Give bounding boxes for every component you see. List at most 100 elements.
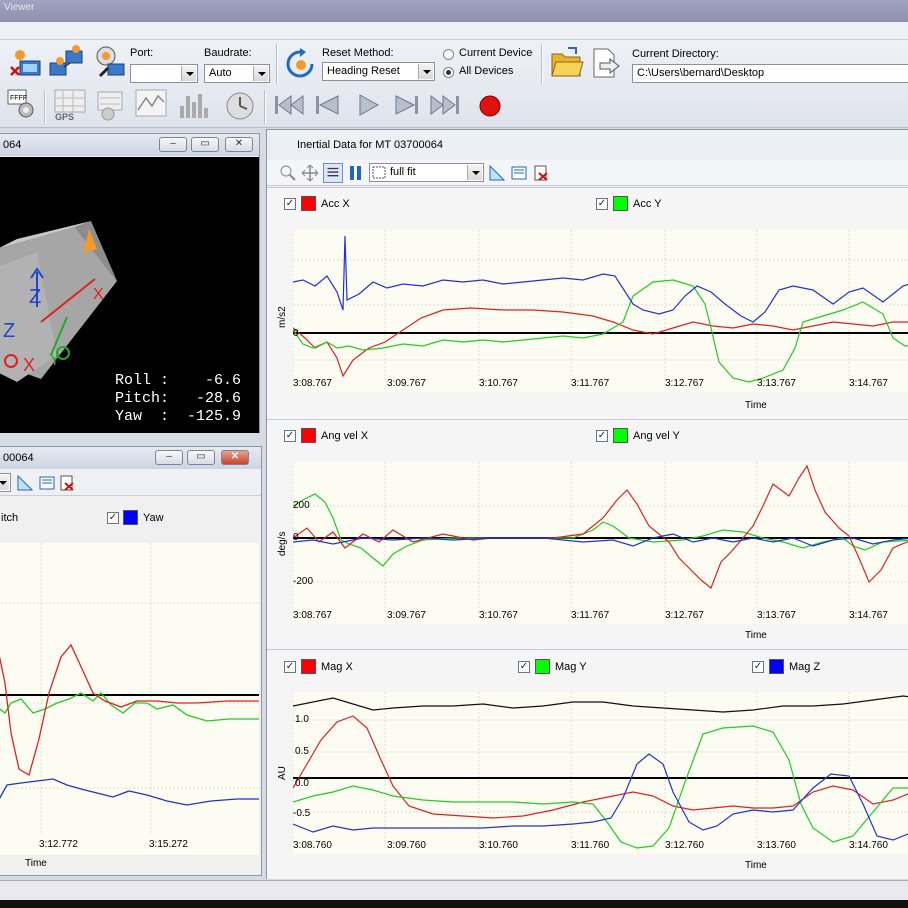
open-folder-icon[interactable]	[550, 46, 584, 80]
close-button[interactable]: ✕	[225, 137, 253, 152]
orientation-view-icon[interactable]	[94, 88, 128, 122]
legend-label-ang-vel-y: Ang vel Y	[633, 430, 680, 442]
y-tick-label: 0	[293, 532, 299, 543]
clock-view-icon[interactable]	[222, 88, 256, 122]
minimize-button[interactable]: –	[155, 450, 183, 465]
x-tick-label: 3:13.760	[757, 840, 796, 851]
zoom-icon[interactable]	[279, 164, 297, 182]
orientation-plot-area[interactable]: 3:12.772 3:15.272	[0, 543, 259, 855]
x-tick-label: 3:12.760	[665, 840, 704, 851]
maximize-button[interactable]: ▭	[187, 450, 215, 465]
checkbox-ang-vel-y[interactable]: ✓	[596, 430, 608, 442]
legend-swatch-acc-y	[613, 196, 628, 211]
baudrate-select[interactable]: Auto	[204, 64, 270, 83]
x-axis-title: Time	[745, 400, 767, 411]
y-axis-title: AU	[277, 766, 288, 780]
cube-3d-view[interactable]: Z Z X Y X Roll : -6.6 Pitch: -28.6 Yaw :…	[0, 157, 259, 433]
clear-plot-icon[interactable]	[533, 165, 549, 181]
acc-plot-area[interactable]: 0 3:08.767 3:09.767 3:10.767 3:11.767 3:…	[292, 230, 908, 392]
legend-label-mag-z: Mag Z	[789, 661, 821, 673]
legend-swatch-ang-vel-y	[613, 428, 628, 443]
inertial-plot-toolbar: full fit	[267, 160, 908, 186]
fit-width-icon[interactable]	[39, 475, 55, 491]
x-axis-title: Time	[745, 860, 767, 871]
status-bar	[0, 880, 908, 900]
toolbar-separator	[541, 44, 543, 84]
ruler-icon[interactable]	[489, 165, 505, 181]
filter-settings-icon[interactable]: FFFF	[6, 88, 36, 120]
orientation-plot-window: 00064 – ▭ ✕ itch ✓ Yaw 3:12.772 3:15.272…	[0, 446, 262, 876]
previous-frame-icon[interactable]	[312, 92, 342, 118]
orientation-cube-window: 064 – ▭ ✕ Z Z X Y X Roll : -6.6 Pitch: -…	[0, 133, 260, 433]
orientation-plot-graphic	[0, 543, 259, 833]
minimize-button[interactable]: –	[159, 137, 187, 152]
status-view-icon[interactable]	[178, 88, 212, 122]
radio-all-devices[interactable]	[443, 67, 454, 78]
reset-method-label: Reset Method:	[322, 47, 394, 59]
checkbox-acc-x[interactable]: ✓	[284, 198, 296, 210]
current-directory-field[interactable]: C:\Users\bernard\Desktop	[632, 64, 908, 83]
port-select[interactable]	[130, 64, 198, 83]
baudrate-label: Baudrate:	[204, 47, 252, 59]
checkbox-acc-y[interactable]: ✓	[596, 198, 608, 210]
legend-label-mag-y: Mag Y	[555, 661, 587, 673]
legend-label-pitch: itch	[1, 512, 19, 524]
svg-text:Y: Y	[49, 350, 60, 369]
chevron-down-icon	[0, 475, 9, 490]
zoom-select[interactable]	[0, 473, 11, 492]
legend-label-acc-y: Acc Y	[633, 198, 662, 210]
pan-icon[interactable]	[301, 164, 319, 182]
legend-swatch-ang-vel-x	[301, 428, 316, 443]
zoom-select[interactable]: full fit	[369, 163, 484, 182]
list-view-icon[interactable]	[323, 163, 343, 183]
svg-text:Z: Z	[3, 320, 15, 342]
device-settings-icon[interactable]	[94, 46, 126, 78]
close-button[interactable]: ✕	[221, 450, 249, 465]
x-tick-label: 3:13.767	[757, 378, 796, 389]
toolbar-separator	[276, 44, 278, 84]
y-tick-label: 0.0	[295, 778, 309, 789]
gyro-plot-area[interactable]: 200 0 -200 3:08.767 3:09.767 3:10.767 3:…	[292, 462, 908, 624]
x-tick-label: 3:08.760	[293, 840, 332, 851]
checkbox-mag-z[interactable]: ✓	[752, 661, 764, 673]
x-tick-label: 3:09.760	[387, 840, 426, 851]
ruler-icon[interactable]	[17, 475, 33, 491]
orientation-plot-toolbar	[0, 470, 261, 496]
x-tick-label: 3:13.767	[757, 610, 796, 621]
x-tick-label: 3:11.760	[571, 840, 610, 851]
mag-plot-area[interactable]: 1.0 0.5 0.0 -0.5 3:08.760 3:09.760 3:10.…	[292, 692, 908, 854]
svg-text:Z: Z	[29, 286, 41, 308]
checkbox-mag-x[interactable]: ✓	[284, 661, 296, 673]
reset-method-select[interactable]: Heading Reset	[322, 62, 435, 81]
gyro-plot-graphic	[292, 462, 908, 612]
next-frame-icon[interactable]	[392, 92, 422, 118]
first-frame-icon[interactable]	[272, 92, 306, 118]
x-tick-label: 3:14.760	[849, 840, 888, 851]
play-icon[interactable]	[354, 92, 382, 118]
legend-label-yaw: Yaw	[143, 512, 164, 524]
x-tick-label: 3:12.772	[39, 839, 78, 850]
export-file-icon[interactable]	[590, 47, 622, 81]
legend-label-acc-x: Acc X	[321, 198, 350, 210]
checkbox-ang-vel-x[interactable]: ✓	[284, 430, 296, 442]
radio-current-device[interactable]	[443, 49, 454, 60]
y-tick-label: 200	[293, 500, 310, 511]
y-axis-title: deg/s	[277, 531, 288, 556]
maximize-button[interactable]: ▭	[191, 137, 219, 152]
x-tick-label: 3:12.767	[665, 610, 704, 621]
clear-plot-icon[interactable]	[59, 475, 75, 491]
x-tick-label: 3:14.767	[849, 378, 888, 389]
columns-view-icon[interactable]	[347, 164, 365, 182]
inertial-data-view-icon[interactable]	[134, 88, 168, 122]
checkbox-yaw[interactable]: ✓	[107, 512, 119, 524]
disconnect-device-icon[interactable]	[8, 49, 44, 81]
last-frame-icon[interactable]	[428, 92, 464, 118]
reset-orientation-icon[interactable]	[284, 48, 318, 82]
record-icon[interactable]	[478, 94, 502, 118]
checkbox-mag-y[interactable]: ✓	[518, 661, 530, 673]
x-tick-label: 3:11.767	[571, 610, 610, 621]
fit-width-icon[interactable]	[511, 165, 527, 181]
x-tick-label: 3:09.767	[387, 610, 426, 621]
inertial-window-title: Inertial Data for MT 03700064	[267, 130, 908, 160]
scan-devices-icon[interactable]	[48, 45, 84, 81]
